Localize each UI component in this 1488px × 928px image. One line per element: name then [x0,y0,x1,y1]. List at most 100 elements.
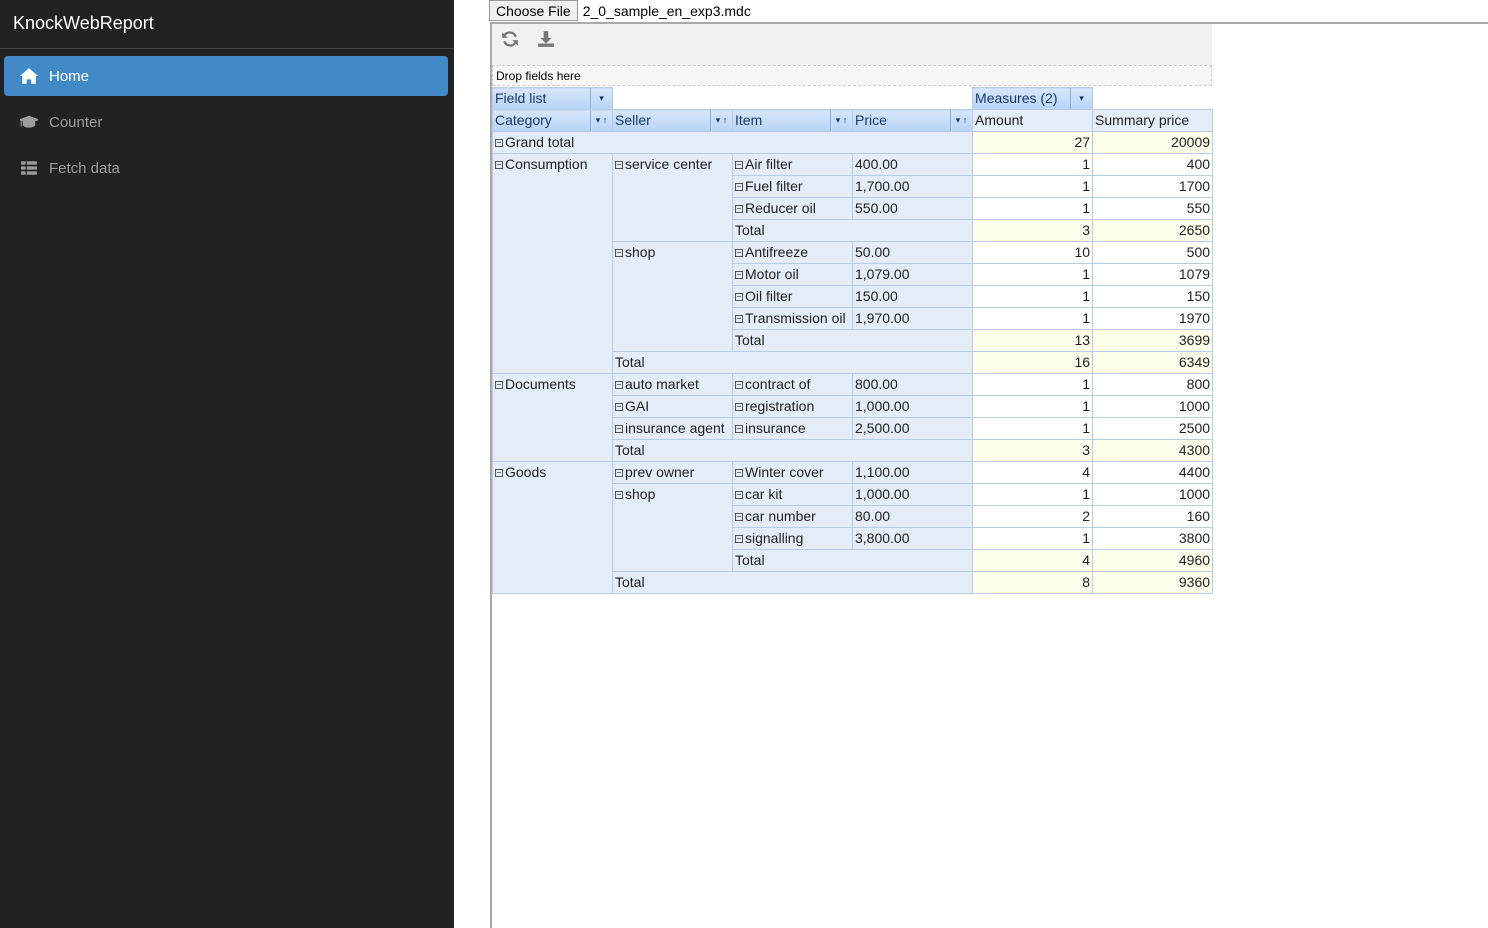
seller-cell[interactable]: − service center [612,153,733,242]
category-total-amount: 16 [972,351,1094,374]
column-header-text: Category [495,112,552,128]
seller-total-amount-text: 4 [1082,552,1091,568]
filter-sort-dropdown[interactable]: ▾ [1070,88,1092,109]
pivot-toolbar: Drop fields here [492,24,1212,86]
collapse-icon[interactable]: − [495,469,503,478]
summary-price-cell: 1000 [1092,395,1214,418]
item-cell-text: Reducer oil [745,200,816,216]
collapse-icon[interactable]: − [615,249,623,258]
item-cell[interactable]: − Oil filter [732,285,853,308]
nav-item-home[interactable]: Home [4,56,448,96]
seller-total-price: 2650 [1092,219,1214,242]
collapse-icon[interactable]: − [615,161,623,170]
price-cell-text: 3,800.00 [855,530,910,546]
filter-sort-dropdown[interactable]: ▾ ↑ [710,110,732,131]
collapse-icon[interactable]: − [735,491,743,500]
collapse-icon[interactable]: − [735,183,743,192]
collapse-icon[interactable]: − [735,161,743,170]
sidebar: KnockWebReport Home Counter Fetch data [0,0,454,928]
amount-cell: 1 [972,175,1094,198]
collapse-icon[interactable]: − [735,249,743,258]
column-header-text: Summary price [1095,112,1190,128]
category-cell[interactable]: − Goods [492,461,613,594]
seller-cell[interactable]: − auto market [612,373,733,396]
table-row: − Grand total 27 20009 [491,131,1214,154]
column-header[interactable]: Amount [972,109,1094,132]
collapse-icon[interactable]: − [735,425,743,434]
column-header[interactable]: Category ▾ ↑ [492,109,613,132]
grand-total-label[interactable]: − Grand total [491,131,974,154]
collapse-icon[interactable]: − [735,403,743,412]
collapse-icon[interactable]: − [615,425,623,434]
price-cell-text: 80.00 [855,508,891,524]
column-header[interactable]: Seller ▾ ↑ [612,109,733,132]
collapse-icon[interactable]: − [735,271,743,280]
column-header[interactable]: Summary price [1092,109,1214,132]
collapse-icon[interactable]: − [735,513,743,522]
collapse-icon[interactable]: − [735,381,743,390]
amount-cell-text: 1 [1082,486,1091,502]
table-row: − Consumption − service center − Air filter 40… [492,153,1214,374]
seller-total-amount: 4 [972,549,1094,572]
column-header[interactable]: Price ▾ ↑ [851,109,974,132]
column-header[interactable]: Item ▾ ↑ [732,109,853,132]
seller-cell[interactable]: − shop [612,241,733,352]
collapse-icon[interactable]: − [495,161,503,170]
summary-price-cell-text: 500 [1186,244,1211,260]
item-cell-text: Air filter [745,156,793,172]
item-cell[interactable]: − registration [732,395,853,418]
collapse-icon[interactable]: − [615,403,623,412]
collapse-icon[interactable]: − [615,381,623,390]
seller-cell-text: auto market [625,376,699,392]
filter-sort-dropdown[interactable]: ▾ ↑ [830,110,852,131]
item-cell[interactable]: − signalling [732,527,853,550]
item-cell[interactable]: − car number [732,505,853,528]
collapse-icon[interactable]: − [735,469,743,478]
refresh-icon[interactable] [501,30,519,48]
column-header-text: Amount [975,112,1024,128]
item-cell[interactable]: − insurance [732,417,853,440]
field-list-button[interactable]: Field list ▾ [492,87,613,110]
collapse-icon[interactable]: − [615,491,623,500]
category-total-label-text: Total [615,442,645,458]
download-icon[interactable] [537,30,555,48]
column-header-text: Price [855,112,887,128]
item-cell[interactable]: − Transmission oil [732,307,853,330]
category-cell[interactable]: − Consumption [492,153,613,374]
collapse-icon[interactable]: − [735,315,743,324]
collapse-icon[interactable]: − [735,205,743,214]
amount-cell: 1 [972,395,1094,418]
item-cell[interactable]: − Reducer oil [732,197,853,220]
seller-cell[interactable]: − GAI [612,395,733,418]
seller-cell[interactable]: − prev owner [612,461,733,484]
item-cell[interactable]: − Air filter [732,153,853,176]
item-cell[interactable]: − Motor oil [732,263,853,286]
filter-sort-dropdown[interactable]: ▾ [590,88,612,109]
nav-item-counter[interactable]: Counter [4,102,448,142]
collapse-icon[interactable]: − [495,139,503,148]
grand-total-price: 20009 [1092,131,1214,154]
collapse-icon[interactable]: − [615,469,623,478]
collapse-icon[interactable]: − [495,381,503,390]
item-cell[interactable]: − Fuel filter [732,175,853,198]
table-row: − Goods − prev owner − Winter cover 1,100.00 4 4… [492,461,1214,594]
filter-sort-dropdown[interactable]: ▾ ↑ [590,110,612,131]
item-cell[interactable]: − car kit [732,483,853,506]
summary-price-cell: 1079 [1092,263,1214,286]
filter-sort-dropdown[interactable]: ▾ ↑ [950,110,971,131]
choose-file-button[interactable]: Choose File [489,0,578,21]
measures-button[interactable]: Measures (2) ▾ [972,87,1094,110]
seller-cell[interactable]: − insurance agent [612,417,733,440]
nav-item-fetch-data[interactable]: Fetch data [4,148,448,188]
drop-fields-zone[interactable]: Drop fields here [492,65,1212,86]
seller-cell[interactable]: − shop [612,483,733,572]
app-title[interactable]: KnockWebReport [0,0,454,49]
category-total-price-text: 4300 [1178,442,1211,458]
item-cell[interactable]: − Winter cover [732,461,853,484]
category-cell[interactable]: − Documents [492,373,613,462]
amount-cell: 4 [972,461,1094,484]
item-cell[interactable]: − Antifreeze [732,241,853,264]
collapse-icon[interactable]: − [735,535,743,544]
item-cell[interactable]: − contract of [732,373,853,396]
collapse-icon[interactable]: − [735,293,743,302]
